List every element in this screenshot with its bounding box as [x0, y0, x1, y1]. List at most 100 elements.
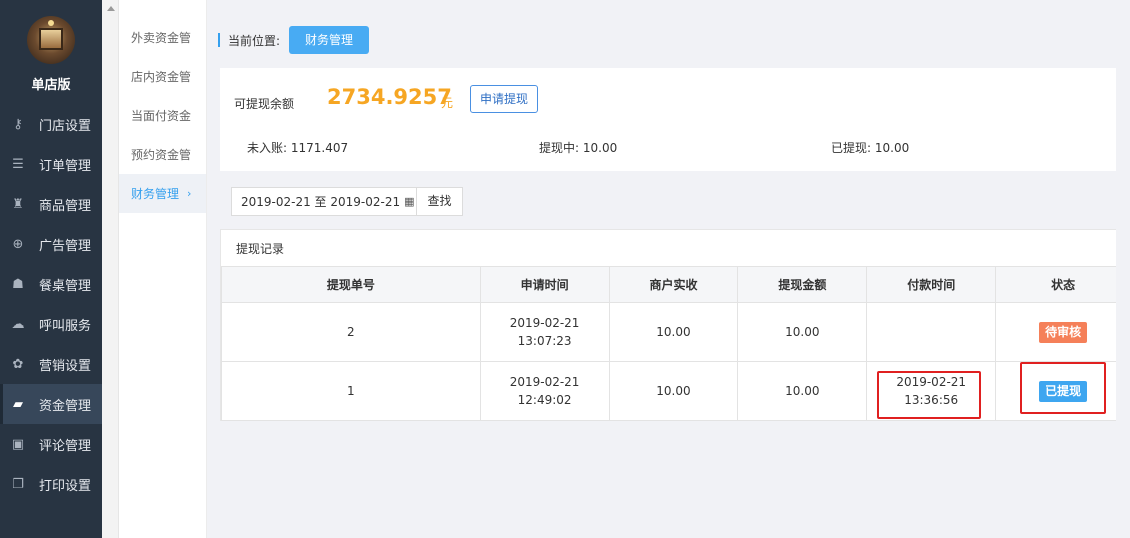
sidebar-item-ads[interactable]: ⊕ 广告管理 [0, 224, 102, 264]
submenu-item-booking-funds[interactable]: 预约资金管 [119, 135, 206, 174]
sidebar-item-orders[interactable]: ☰ 订单管理 [0, 144, 102, 184]
submenu-item-finance[interactable]: 财务管理 › [119, 174, 206, 213]
search-button[interactable]: 查找 [417, 187, 463, 216]
records-title: 提现记录 [236, 242, 285, 256]
sidebar-item-label: 门店设置 [39, 118, 92, 134]
balance-label: 可提现余额 [234, 97, 295, 111]
sidebar-item-label: 营销设置 [39, 358, 92, 374]
sidebar-item-reviews[interactable]: ▣ 评论管理 [0, 424, 102, 464]
withdraw-records-panel: 提现记录 提现单号 申请时间 商户实收 提现金额 付款时间 状态 2 2019-… [220, 229, 1130, 421]
balance-amount: 2734.9257 [327, 85, 452, 109]
sidebar-item-label: 评论管理 [39, 438, 92, 454]
copy-icon: ❐ [12, 476, 24, 492]
shop-name: 单店版 [31, 78, 71, 93]
date-range-input[interactable]: 2019-02-21 至 2019-02-21 ▦ [231, 187, 417, 216]
withdrawing-stat: 提现中: 10.00 [539, 141, 618, 155]
main-sidebar: 单店版 ⚷ 门店设置 ☰ 订单管理 ♜ 商品管理 ⊕ 广告管理 ☗ 餐桌管理 ☁… [0, 0, 102, 538]
submenu-item-label: 预约资金管 [131, 148, 192, 162]
cell-order-no: 2 [221, 302, 481, 362]
breadcrumb-label: 当前位置: [228, 33, 281, 48]
avatar-window [39, 28, 63, 50]
trophy-icon: ♜ [12, 196, 24, 212]
sidebar-item-store-settings[interactable]: ⚷ 门店设置 [0, 104, 102, 144]
apply-date: 2019-02-21 [509, 375, 580, 389]
col-header-order-no: 提现单号 [221, 266, 481, 303]
breadcrumb-marker [218, 33, 220, 47]
records-table: 提现单号 申请时间 商户实收 提现金额 付款时间 状态 2 2019-02-21… [221, 266, 1130, 421]
sidebar-item-label: 餐桌管理 [39, 278, 92, 294]
cell-apply-time: 2019-02-21 13:07:23 [479, 302, 610, 362]
scroll-up-arrow-icon[interactable] [107, 6, 115, 11]
gift-icon: ✿ [12, 356, 24, 372]
table-row: 1 2019-02-21 12:49:02 10.00 10.00 2019-02… [221, 361, 1130, 421]
pay-date: 2019-02-21 [896, 375, 967, 389]
apply-withdraw-button[interactable]: 申请提现 [470, 85, 539, 113]
cell-order-no: 1 [221, 361, 481, 421]
breadcrumb: 当前位置: 财务管理 [218, 26, 370, 54]
submenu-item-facepay-funds[interactable]: 当面付资金 [119, 96, 206, 135]
table-row: 2 2019-02-21 13:07:23 10.00 10.00 待审核 [221, 302, 1130, 362]
calendar-icon: ▦ [404, 195, 415, 208]
sidebar-item-label: 打印设置 [39, 478, 92, 494]
sidebar-item-marketing[interactable]: ✿ 营销设置 [0, 344, 102, 384]
cell-apply-time: 2019-02-21 12:49:02 [479, 361, 610, 421]
apply-date: 2019-02-21 [509, 316, 580, 330]
col-header-apply-time: 申请时间 [479, 266, 610, 303]
submenu-item-instore-funds[interactable]: 店内资金管 [119, 57, 206, 96]
sidebar-item-products[interactable]: ♜ 商品管理 [0, 184, 102, 224]
sidebar-item-label: 订单管理 [39, 158, 92, 174]
sidebar-item-tables[interactable]: ☗ 餐桌管理 [0, 264, 102, 304]
sidebar-item-label: 广告管理 [39, 238, 92, 254]
withdrawn-stat: 已提现: 10.00 [831, 141, 910, 155]
cell-pay-time [866, 302, 997, 362]
submenu-item-label: 财务管理 [131, 187, 180, 201]
table-header-row: 提现单号 申请时间 商户实收 提现金额 付款时间 状态 [221, 266, 1130, 303]
cell-received: 10.00 [608, 302, 739, 362]
sidebar-scrollbar[interactable] [102, 0, 119, 538]
date-range-value: 2019-02-21 至 2019-02-21 [241, 195, 401, 209]
status-badge-pending[interactable]: 待审核 [1039, 321, 1088, 343]
money-icon: ▣ [11, 436, 25, 452]
status-badge-done[interactable]: 已提现 [1039, 380, 1088, 402]
main-content: 当前位置: 财务管理 可提现余额 2734.9257 元 申请提现 未入账: 1… [207, 0, 1130, 538]
sidebar-item-funds[interactable]: ▰ 资金管理 [0, 384, 102, 424]
sub-menu: 外卖资金管 店内资金管 当面付资金 预约资金管 财务管理 › [119, 0, 207, 538]
balance-unit: 元 [441, 96, 454, 110]
col-header-pay-time: 付款时间 [866, 266, 997, 303]
col-header-received: 商户实收 [608, 266, 739, 303]
pay-clock: 13:36:56 [904, 393, 959, 407]
binoculars-icon: ☗ [12, 276, 24, 292]
col-header-amount: 提现金额 [737, 266, 868, 303]
submenu-item-label: 店内资金管 [131, 70, 192, 84]
cell-received: 10.00 [608, 361, 739, 421]
apply-clock: 12:49:02 [517, 393, 572, 407]
cell-status: 待审核 [995, 302, 1130, 362]
book-icon: ▰ [13, 396, 23, 412]
cell-status: 已提现 [995, 361, 1130, 421]
apply-clock: 13:07:23 [517, 334, 572, 348]
pending-entry-stat: 未入账: 1171.407 [247, 141, 349, 155]
sidebar-item-label: 资金管理 [39, 398, 92, 414]
key-icon: ⚷ [13, 116, 23, 132]
sidebar-item-print[interactable]: ❐ 打印设置 [0, 464, 102, 504]
lifebuoy-icon: ⊕ [12, 236, 24, 252]
submenu-item-label: 外卖资金管 [131, 31, 192, 45]
cell-amount: 10.00 [737, 361, 868, 421]
cell-amount: 10.00 [737, 302, 868, 362]
balance-card: 可提现余额 2734.9257 元 申请提现 未入账: 1171.407 提现中… [220, 68, 1117, 171]
cell-pay-time: 2019-02-21 13:36:56 [866, 361, 997, 421]
sidebar-item-label: 呼叫服务 [39, 318, 92, 334]
breadcrumb-current[interactable]: 财务管理 [289, 26, 370, 54]
right-edge-mask [1116, 0, 1130, 538]
cloud-icon: ☁ [11, 316, 25, 332]
submenu-item-takeout-funds[interactable]: 外卖资金管 [119, 18, 206, 57]
list-icon: ☰ [12, 156, 24, 172]
sidebar-item-call-service[interactable]: ☁ 呼叫服务 [0, 304, 102, 344]
shop-avatar[interactable] [27, 16, 75, 64]
sidebar-item-label: 商品管理 [39, 198, 92, 214]
sidebar-nav: ⚷ 门店设置 ☰ 订单管理 ♜ 商品管理 ⊕ 广告管理 ☗ 餐桌管理 ☁ 呼叫服… [0, 104, 102, 504]
col-header-status: 状态 [995, 266, 1130, 303]
avatar-lamp [48, 20, 54, 26]
chevron-right-icon: › [187, 187, 192, 200]
submenu-item-label: 当面付资金 [131, 109, 192, 123]
